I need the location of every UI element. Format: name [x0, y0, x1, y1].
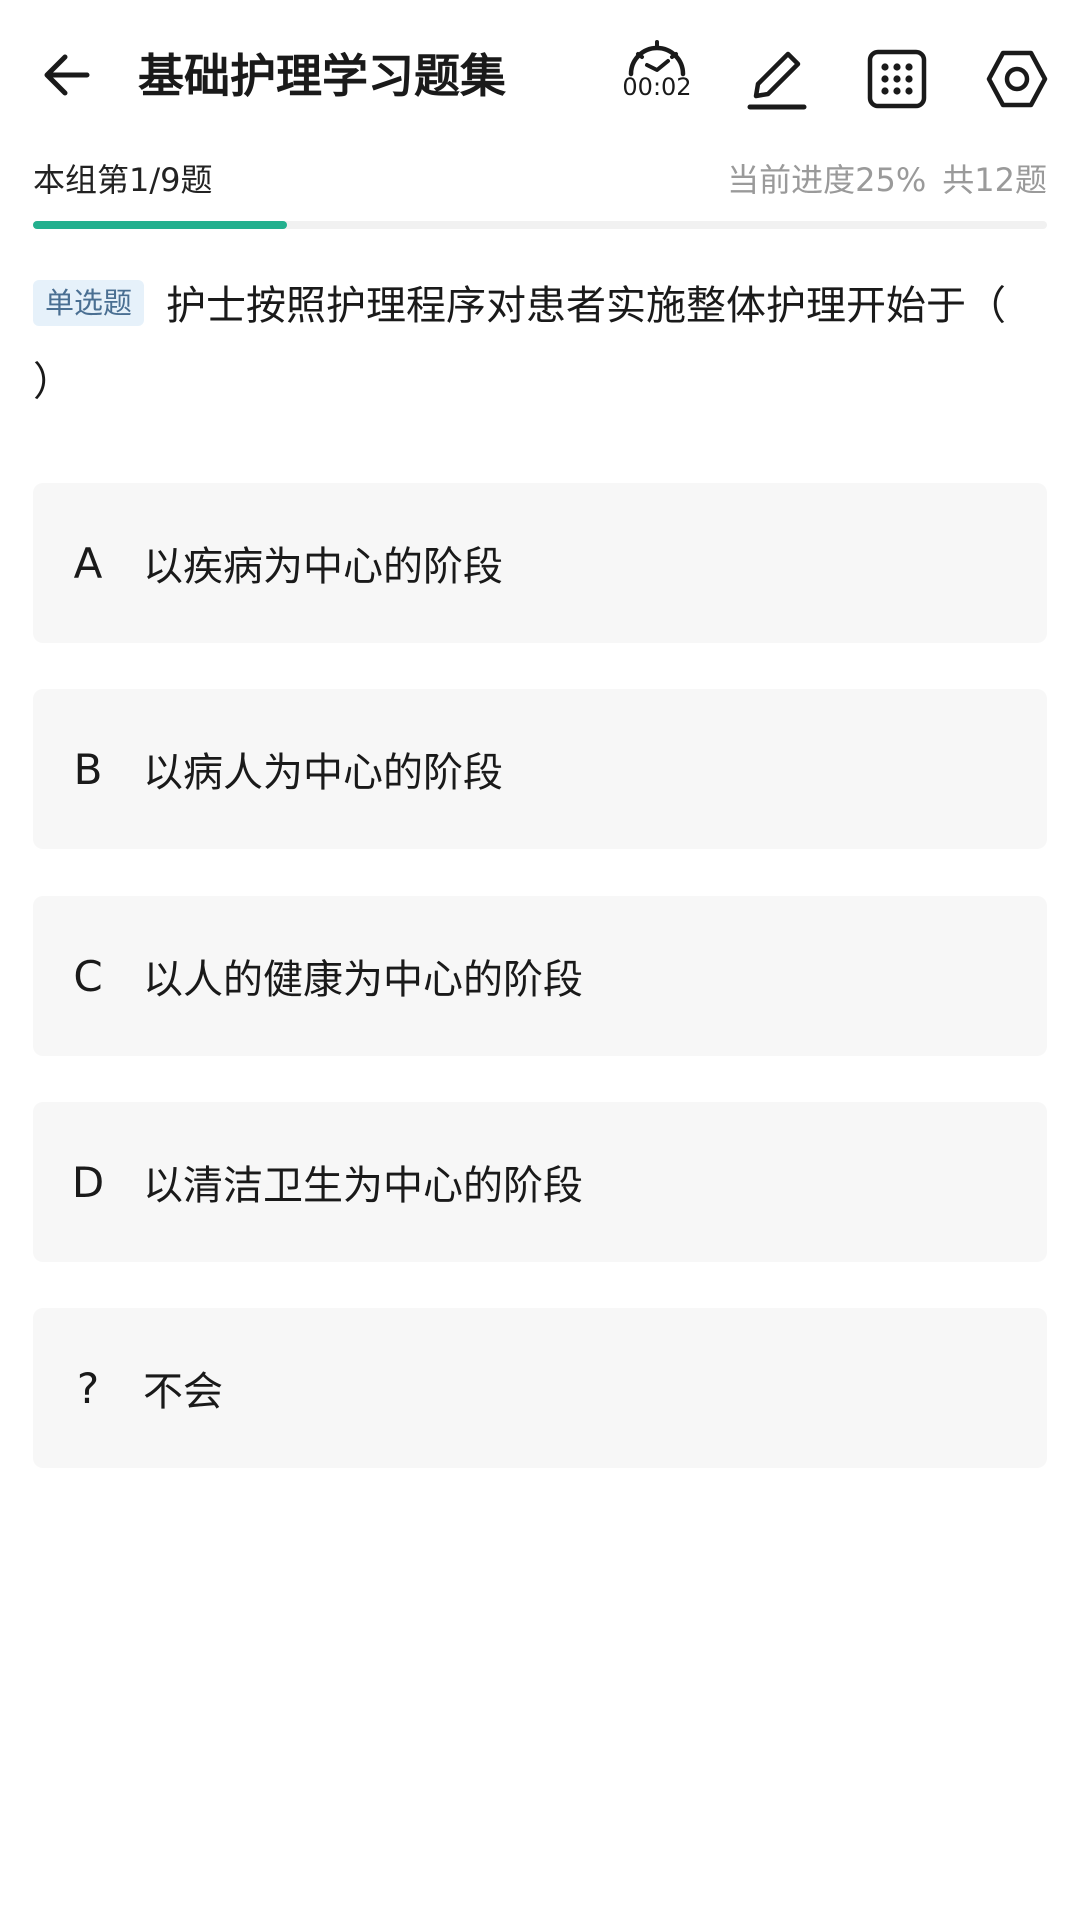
option-a[interactable]: A 以疾病为中心的阶段 — [33, 483, 1047, 643]
question-text: 护士按照护理程序对患者实施整体护理开始于（ ） — [33, 283, 1057, 405]
option-d[interactable]: D 以清洁卫生为中心的阶段 — [33, 1102, 1047, 1262]
page-title: 基础护理学习题集 — [138, 49, 506, 103]
option-text: 以清洁卫生为中心的阶段 — [143, 1163, 583, 1209]
total-count-label: 共12题 — [942, 161, 1047, 199]
timer-button[interactable]: 00:02 — [612, 34, 702, 124]
option-letter: A — [73, 538, 103, 588]
progress-label: 当前进度25% — [727, 161, 927, 199]
back-button[interactable] — [32, 40, 102, 110]
option-b[interactable]: B 以病人为中心的阶段 — [33, 689, 1047, 849]
option-text: 以病人为中心的阶段 — [143, 750, 503, 796]
progress-bar-fill — [33, 221, 287, 229]
pen-icon — [747, 51, 807, 110]
grid-icon — [867, 49, 927, 109]
question-mark-icon: ? — [76, 1363, 100, 1413]
option-text: 不会 — [143, 1369, 223, 1415]
option-text: 以疾病为中心的阶段 — [143, 544, 503, 590]
option-letter: C — [73, 951, 103, 1001]
settings-icon — [986, 50, 1048, 108]
option-c[interactable]: C 以人的健康为中心的阶段 — [33, 896, 1047, 1056]
edit-button[interactable] — [732, 34, 822, 124]
option-dont-know[interactable]: ? 不会 — [33, 1308, 1047, 1468]
answer-sheet-button[interactable] — [852, 34, 942, 124]
question-type-badge: 单选题 — [33, 280, 145, 326]
back-arrow-icon — [44, 54, 90, 96]
progress-summary: 当前进度25% 共12题 — [727, 158, 1047, 202]
option-letter: B — [73, 744, 103, 794]
option-letter: D — [71, 1157, 105, 1207]
option-text: 以人的健康为中心的阶段 — [143, 957, 583, 1003]
settings-button[interactable] — [972, 34, 1062, 124]
question-position: 本组第1/9题 — [33, 161, 213, 199]
timer-icon — [628, 40, 686, 77]
question-stem: 单选题 护士按照护理程序对患者实施整体护理开始于（ ） — [33, 268, 1047, 420]
top-bar: 基础护理学习题集 00:02 — [0, 0, 1080, 150]
progress-bar — [33, 221, 1047, 229]
timer-readout: 00:02 — [622, 73, 692, 101]
